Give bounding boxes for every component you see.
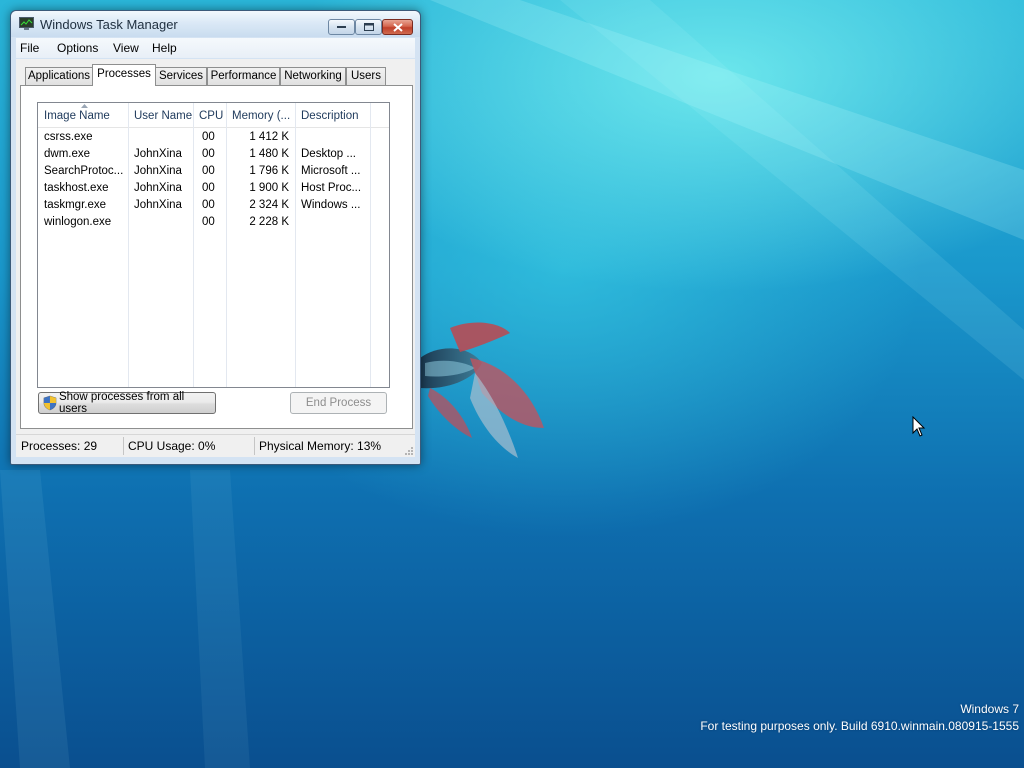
cell-user-name: JohnXina bbox=[134, 165, 182, 177]
cell-user-name: JohnXina bbox=[134, 182, 182, 194]
menu-view[interactable]: View bbox=[113, 41, 139, 55]
table-row[interactable]: csrss.exe 00 1 412 K bbox=[38, 129, 389, 146]
cell-description: Host Proc... bbox=[301, 182, 362, 194]
task-manager-icon bbox=[19, 17, 34, 30]
status-bar: Processes: 29 CPU Usage: 0% Physical Mem… bbox=[16, 434, 415, 457]
maximize-icon bbox=[363, 23, 374, 31]
minimize-button[interactable] bbox=[328, 19, 355, 35]
maximize-button[interactable] bbox=[355, 19, 382, 35]
cell-user-name bbox=[128, 214, 193, 231]
show-all-processes-button[interactable]: Show processes from all users bbox=[38, 391, 216, 415]
cell-description: Windows ... bbox=[301, 199, 361, 211]
sort-ascending-icon bbox=[81, 104, 88, 108]
tab-networking[interactable]: Networking bbox=[280, 67, 346, 85]
tab-users[interactable]: Users bbox=[346, 67, 386, 85]
cell-cpu: 00 bbox=[202, 199, 215, 211]
process-list-header: Image Name User Name CPU Memory (... Des… bbox=[38, 103, 389, 128]
table-row[interactable]: taskmgr.exe JohnXina 00 2 324 K Windows … bbox=[38, 197, 389, 214]
cell-cpu: 00 bbox=[202, 148, 215, 160]
show-all-processes-label: Show processes from all users bbox=[58, 391, 185, 415]
build-watermark: Windows 7 For testing purposes only. Bui… bbox=[700, 701, 1019, 735]
end-process-button[interactable]: End Process bbox=[290, 392, 387, 414]
menu-bar: File Options View Help bbox=[16, 38, 415, 58]
cell-memory: 1 900 K bbox=[249, 182, 289, 194]
cell-cpu: 00 bbox=[202, 182, 215, 194]
minimize-icon bbox=[337, 26, 346, 28]
cell-image-name: taskhost.exe bbox=[44, 182, 109, 194]
close-icon bbox=[392, 22, 403, 32]
cell-memory: 1 412 K bbox=[249, 131, 289, 143]
status-physical-memory: Physical Memory: 13% bbox=[259, 439, 382, 453]
table-row[interactable]: dwm.exe JohnXina 00 1 480 K Desktop ... bbox=[38, 146, 389, 163]
column-image-name[interactable]: Image Name bbox=[38, 103, 129, 127]
column-memory[interactable]: Memory (... bbox=[226, 103, 295, 127]
window-title: Windows Task Manager bbox=[40, 17, 178, 32]
menu-help[interactable]: Help bbox=[152, 41, 177, 55]
status-cpu-usage: CPU Usage: 0% bbox=[128, 439, 216, 453]
cell-user-name bbox=[128, 129, 193, 146]
cell-description: Microsoft ... bbox=[301, 165, 361, 177]
cell-memory: 1 796 K bbox=[249, 165, 289, 177]
task-manager-window: Windows Task Manager File Options View H… bbox=[10, 10, 421, 465]
tab-services[interactable]: Services bbox=[155, 67, 207, 85]
cell-image-name: dwm.exe bbox=[44, 148, 91, 160]
processes-tab-panel: Image Name User Name CPU Memory (... Des… bbox=[20, 85, 413, 429]
column-user-name[interactable]: User Name bbox=[128, 103, 193, 127]
title-bar[interactable]: Windows Task Manager bbox=[11, 11, 420, 37]
cell-user-name: JohnXina bbox=[134, 148, 182, 160]
close-button[interactable] bbox=[382, 19, 413, 35]
column-image-name-label: Image Name bbox=[44, 110, 110, 122]
table-row[interactable]: taskhost.exe JohnXina 00 1 900 K Host Pr… bbox=[38, 180, 389, 197]
cell-memory: 2 228 K bbox=[249, 216, 289, 228]
table-row[interactable]: winlogon.exe 00 2 228 K bbox=[38, 214, 389, 231]
tab-applications[interactable]: Applications bbox=[25, 67, 93, 85]
cell-description bbox=[295, 214, 370, 231]
cell-image-name: winlogon.exe bbox=[44, 216, 112, 228]
cell-memory: 2 324 K bbox=[249, 199, 289, 211]
column-description[interactable]: Description bbox=[295, 103, 370, 127]
cell-cpu: 00 bbox=[202, 216, 215, 228]
menu-file[interactable]: File bbox=[20, 41, 39, 55]
resize-grip-icon[interactable] bbox=[404, 446, 414, 456]
tab-performance[interactable]: Performance bbox=[207, 67, 280, 85]
betta-fish-wallpaper bbox=[420, 322, 544, 458]
status-process-count: Processes: 29 bbox=[21, 439, 98, 453]
cell-image-name: taskmgr.exe bbox=[44, 199, 106, 211]
column-cpu[interactable]: CPU bbox=[193, 103, 226, 127]
table-row[interactable]: SearchProtoc... JohnXina 00 1 796 K Micr… bbox=[38, 163, 389, 180]
process-list[interactable]: Image Name User Name CPU Memory (... Des… bbox=[37, 102, 390, 388]
cell-cpu: 00 bbox=[202, 131, 215, 143]
tab-processes[interactable]: Processes bbox=[92, 64, 156, 86]
cell-user-name: JohnXina bbox=[134, 199, 182, 211]
client-area: Applications Processes Services Performa… bbox=[16, 59, 415, 457]
cell-image-name: SearchProtoc... bbox=[44, 165, 124, 177]
cell-description: Desktop ... bbox=[301, 148, 356, 160]
watermark-build-info: For testing purposes only. Build 6910.wi… bbox=[700, 719, 1019, 733]
menu-options[interactable]: Options bbox=[57, 41, 98, 55]
mouse-pointer-icon bbox=[912, 416, 926, 437]
cell-cpu: 00 bbox=[202, 165, 215, 177]
watermark-os-name: Windows 7 bbox=[960, 702, 1019, 716]
uac-shield-icon bbox=[43, 395, 57, 411]
cell-description bbox=[295, 129, 370, 146]
cell-image-name: csrss.exe bbox=[44, 131, 93, 143]
cell-memory: 1 480 K bbox=[249, 148, 289, 160]
